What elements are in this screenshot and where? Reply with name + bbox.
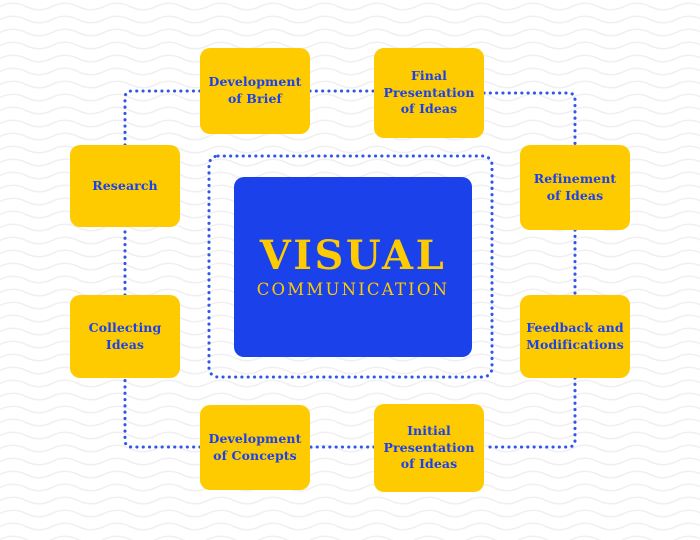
step-label-refinement-of-ideas: Refinement of Ideas: [533, 170, 617, 203]
center-card: VISUAL COMMUNICATION: [234, 177, 472, 357]
step-box-collecting-ideas[interactable]: Collecting Ideas: [70, 295, 180, 378]
step-box-initial-presentation-of-ideas[interactable]: Initial Presentation of Ideas: [374, 404, 484, 492]
step-box-final-presentation-of-ideas[interactable]: Final Presentation of Ideas: [374, 48, 484, 138]
connector-feedback-to-initial: [482, 376, 577, 449]
step-box-refinement-of-ideas[interactable]: Refinement of Ideas: [520, 145, 630, 230]
center-title: VISUAL: [259, 231, 447, 279]
center-subtitle: COMMUNICATION: [256, 279, 450, 299]
connector-research-to-brief: [123, 89, 202, 147]
step-box-development-of-concepts[interactable]: Development of Concepts: [200, 405, 310, 490]
step-box-development-of-brief[interactable]: Development of Brief: [200, 48, 310, 134]
connector-final-to-refinement: [482, 91, 577, 147]
step-label-development-of-brief: Development of Brief: [208, 74, 302, 106]
step-label-final-presentation-of-ideas: Final Presentation of Ideas: [383, 68, 475, 117]
step-box-research[interactable]: Research: [70, 145, 180, 227]
step-label-collecting-ideas: Collecting Ideas: [88, 319, 162, 352]
visual-communication-diagram: VISUAL COMMUNICATION Research Developmen…: [0, 0, 700, 540]
connector-concepts-to-collecting: [123, 376, 202, 449]
step-label-initial-presentation-of-ideas: Initial Presentation of Ideas: [383, 423, 475, 472]
step-label-development-of-concepts: Development of Concepts: [208, 430, 302, 463]
step-label-feedback-and-modifications: Feedback and Modifications: [526, 319, 624, 352]
step-label-research: Research: [92, 177, 158, 193]
step-box-feedback-and-modifications[interactable]: Feedback and Modifications: [520, 295, 630, 378]
